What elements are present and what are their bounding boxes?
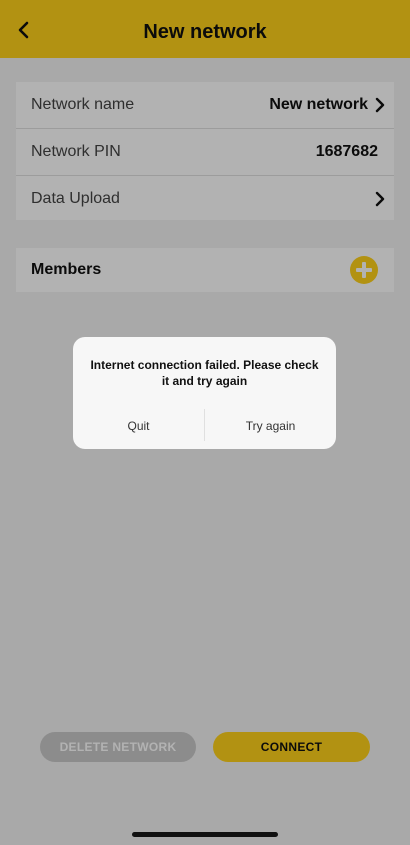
connection-error-dialog: Internet connection failed. Please check…	[73, 337, 336, 449]
dialog-message: Internet connection failed. Please check…	[90, 358, 319, 388]
try-again-button[interactable]: Try again	[205, 403, 336, 449]
quit-button[interactable]: Quit	[73, 403, 204, 449]
home-indicator[interactable]	[132, 832, 278, 837]
dialog-actions: Quit Try again	[73, 403, 336, 449]
